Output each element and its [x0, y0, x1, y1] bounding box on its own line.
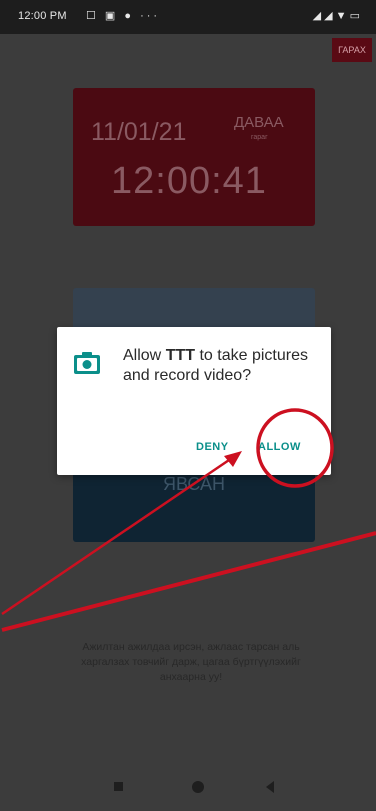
pointer-line — [1, 531, 376, 632]
allow-button[interactable]: ALLOW — [258, 441, 301, 453]
weekday-label: ДАВАА — [234, 114, 284, 131]
permission-dialog: Allow TTT to take pictures and record vi… — [57, 327, 331, 475]
notification-icons: ☐ ▣ ● ··· — [86, 10, 161, 22]
status-time: 12:00 PM — [18, 10, 67, 22]
navigation-bar — [0, 752, 376, 811]
time-label: 12:00:41 — [111, 160, 267, 202]
camera-icon — [73, 351, 101, 380]
clock-panel: 11/01/21 ДАВАА гараг 12:00:41 — [73, 88, 315, 226]
back-icon[interactable] — [266, 781, 274, 793]
weekday-sublabel: гараг — [251, 134, 268, 141]
instruction-text: Ажилтан ажилдаа ирсэн, ажлаас тарсан аль… — [81, 641, 301, 683]
exit-button[interactable]: ГАРАХ — [332, 38, 372, 62]
deny-button[interactable]: DENY — [196, 441, 229, 453]
phone-screen: 12:00 PM ☐ ▣ ● ··· ◢ ◢ ▼ ▭ ГАРАХ 11/01/2… — [0, 0, 376, 811]
date-label: 11/01/21 — [91, 118, 187, 146]
recents-icon[interactable] — [114, 782, 123, 791]
left-button-label: ЯВСАН — [162, 474, 225, 494]
home-icon[interactable] — [192, 781, 204, 793]
app-name: TTT — [165, 347, 196, 364]
signal-wifi-battery-icons: ◢ ◢ ▼ ▭ — [312, 10, 360, 22]
permission-message: Allow TTT to take pictures and record vi… — [123, 346, 313, 386]
permission-text-start: Allow — [123, 347, 166, 364]
status-bar: 12:00 PM ☐ ▣ ● ··· ◢ ◢ ▼ ▭ — [0, 0, 376, 34]
